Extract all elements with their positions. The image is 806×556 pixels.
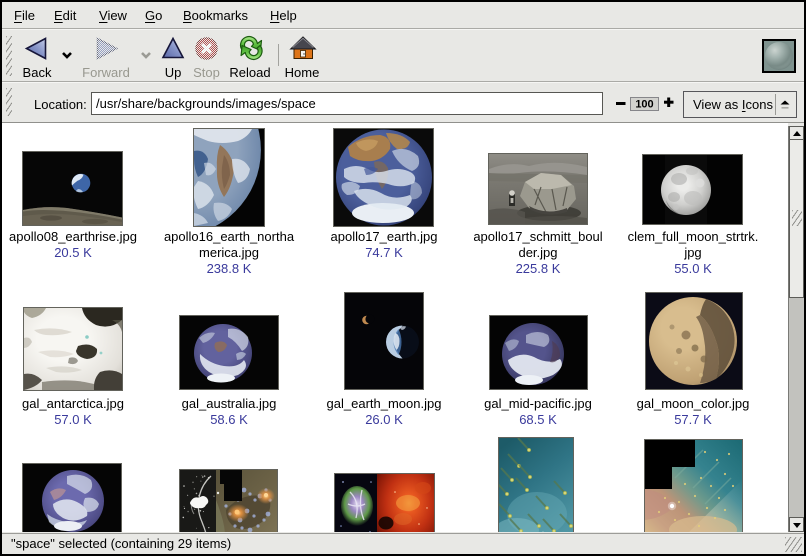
svg-text:100: 100 <box>635 99 653 111</box>
